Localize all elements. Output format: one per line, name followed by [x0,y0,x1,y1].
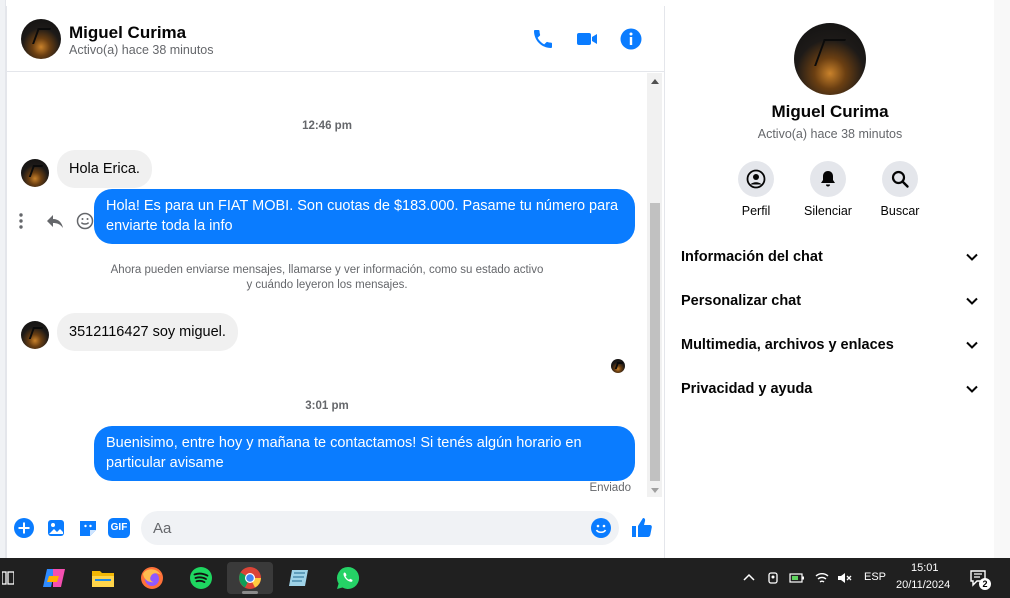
outgoing-message[interactable]: Hola! Es para un FIAT MOBI. Son cuotas d… [94,189,635,244]
message-input[interactable] [141,511,619,545]
profile-icon [746,169,766,189]
scroll-thumb[interactable] [650,203,660,481]
profile-button-label: Perfil [741,204,771,218]
section-label: Personalizar chat [681,293,802,309]
copilot-icon [43,569,65,587]
section-label: Privacidad y ayuda [681,381,813,397]
language-indicator[interactable]: ESP [864,571,886,583]
clock-date[interactable]: 20/11/2024 [896,579,950,591]
section-label: Multimedia, archivos y enlaces [681,337,894,353]
mute-button[interactable]: Silenciar [792,161,864,218]
taskbar-notepad[interactable] [279,562,319,594]
section-label: Información del chat [681,249,823,265]
outgoing-message[interactable]: Buenisimo, entre hoy y mañana te contact… [94,426,635,481]
profile-avatar[interactable] [794,23,866,95]
conversation-details-panel: Miguel Curima Activo(a) hace 38 minutos … [664,6,994,558]
message-scrollbar[interactable] [647,73,662,497]
profile-button[interactable]: Perfil [720,161,792,218]
gif-icon[interactable]: GIF [108,518,130,538]
battery-icon[interactable] [789,570,805,586]
bell-icon [821,171,835,187]
chevron-down-icon [966,297,978,305]
add-icon[interactable] [13,517,35,539]
chat-header: Miguel Curima Activo(a) hace 38 minutos [7,6,664,72]
section-media-files-links[interactable]: Multimedia, archivos y enlaces [681,325,979,365]
file-explorer-icon [92,571,114,587]
sticker-icon[interactable] [77,517,99,539]
chevron-up-icon[interactable] [741,570,757,586]
taskbar-copilot[interactable] [34,562,74,594]
scroll-up-arrow[interactable] [651,79,659,84]
whatsapp-icon [337,566,360,589]
firefox-icon [141,567,163,589]
contact-status: Activo(a) hace 38 minutos [69,43,214,57]
chrome-icon [239,567,261,589]
message-composer: GIF [7,506,664,550]
contact-name[interactable]: Miguel Curima [69,23,186,43]
seen-indicator-avatar [611,359,625,373]
message-avatar[interactable] [21,321,49,349]
search-button-label: Buscar [880,204,920,218]
notepad-icon [289,570,308,586]
chevron-down-icon [966,253,978,261]
image-icon[interactable] [45,517,67,539]
taskbar-firefox[interactable] [132,562,172,594]
search-button[interactable]: Buscar [864,161,936,218]
message-actions [15,211,95,231]
emoji-icon[interactable] [590,517,612,539]
contact-avatar[interactable] [21,19,61,59]
reply-icon[interactable] [45,211,65,231]
taskbar-spotify[interactable] [181,562,221,594]
profile-name: Miguel Curima [771,102,889,121]
incoming-message[interactable]: Hola Erica. [57,150,152,188]
taskbar-file-explorer[interactable] [83,562,123,594]
system-note: Ahora pueden enviarse mensajes, llamarse… [110,264,544,291]
chat-panel: Miguel Curima Activo(a) hace 38 minutos … [6,6,664,558]
section-customize-chat[interactable]: Personalizar chat [681,281,979,321]
scroll-down-arrow[interactable] [651,488,659,493]
windows-taskbar: ESP 15:01 20/11/2024 2 [0,558,1010,598]
section-chat-info[interactable]: Información del chat [681,237,979,277]
spotify-icon [190,567,212,589]
wifi-icon[interactable] [814,570,830,586]
video-camera-icon[interactable] [575,27,599,51]
clock-time[interactable]: 15:01 [911,562,939,574]
search-icon [891,170,909,188]
timestamp-separator: 12:46 pm [302,120,352,132]
message-avatar[interactable] [21,159,49,187]
delivery-status: Enviado [589,482,631,494]
incoming-message[interactable]: 3512116427 soy miguel. [57,313,238,351]
info-icon[interactable] [619,27,643,51]
chevron-down-icon [966,385,978,393]
page-scrollbar[interactable] [994,0,1010,558]
task-view-icon[interactable] [2,570,14,586]
timestamp-separator: 3:01 pm [305,400,349,412]
camera-tray-icon[interactable] [765,570,781,586]
chevron-down-icon [966,341,978,349]
mute-button-label: Silenciar [804,204,852,218]
like-icon[interactable] [630,516,654,540]
section-privacy-help[interactable]: Privacidad y ayuda [681,369,979,409]
messenger-window: Miguel Curima Activo(a) hace 38 minutos … [0,0,1010,558]
react-emoji-icon[interactable] [75,211,95,231]
profile-status: Activo(a) hace 38 minutos [757,127,903,141]
taskbar-chrome[interactable] [227,562,273,594]
volume-muted-icon[interactable] [836,570,852,586]
notification-badge: 2 [979,578,991,590]
more-options-icon[interactable] [15,211,35,231]
message-list[interactable]: 12:46 pm Hola Erica. Hola! Es para un FI… [7,73,647,497]
taskbar-whatsapp[interactable] [328,562,368,594]
phone-icon[interactable] [531,27,555,51]
